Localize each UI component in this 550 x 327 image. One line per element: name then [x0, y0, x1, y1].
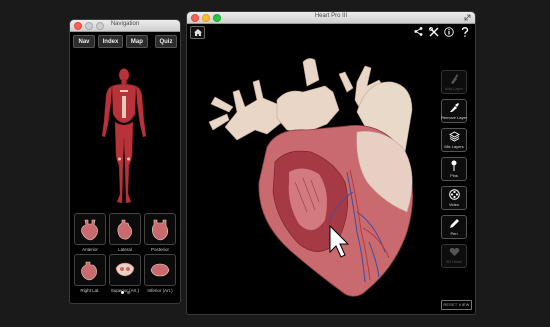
thumb-inferior[interactable]: Inferior (Art.) — [144, 254, 176, 293]
page-dot[interactable] — [126, 291, 130, 294]
tool-column: Add Layer Remove Layer Mix Layers Pins V… — [441, 70, 469, 273]
nav-tabbar: Nav Index Map Quiz — [70, 32, 180, 49]
main-toolbar — [187, 24, 475, 39]
main-titlebar[interactable]: Heart Pro III — [187, 12, 475, 24]
share-icon — [414, 27, 423, 36]
pen-button[interactable]: Pen — [441, 215, 467, 239]
thumb-right-lat[interactable]: Right Lat. — [74, 254, 106, 293]
thumb-posterior[interactable]: Posterior — [144, 213, 176, 252]
3d-heart-button[interactable]: 3D Heart — [441, 244, 467, 268]
tool-label: Remove Layer — [441, 115, 468, 120]
pen-icon — [449, 219, 459, 228]
add-layer-icon — [451, 74, 458, 84]
video-icon — [448, 189, 460, 200]
tab-quiz[interactable]: Quiz — [154, 35, 177, 48]
remove-layer-button[interactable]: Remove Layer — [441, 99, 467, 123]
info-button[interactable] — [443, 26, 454, 37]
tab-index[interactable]: Index — [98, 35, 123, 48]
help-icon — [461, 26, 468, 37]
navigation-window: Navigation Nav Index Map Quiz Anterior L — [70, 20, 180, 303]
page-indicator[interactable] — [70, 291, 180, 294]
thumb-label: Anterior — [82, 247, 98, 252]
pin-icon — [451, 160, 457, 171]
heart-superior-icon — [115, 262, 135, 277]
home-icon — [193, 29, 202, 36]
info-icon — [443, 26, 454, 37]
heart-right-lat-icon — [81, 261, 97, 281]
tool-label: Add Layer — [444, 86, 464, 91]
heart-inferior-icon — [150, 263, 170, 277]
main-window-title: Heart Pro III — [314, 13, 348, 19]
page-dot[interactable] — [120, 291, 124, 294]
tab-map[interactable]: Map — [125, 35, 148, 48]
home-button[interactable] — [190, 26, 205, 39]
reset-view-button[interactable]: RESET VIEW — [441, 300, 472, 310]
thumb-lateral[interactable]: Lateral — [109, 213, 141, 252]
tab-nav[interactable]: Nav — [73, 35, 96, 48]
tools-icon — [428, 26, 438, 36]
main-window: Heart Pro III Add Layer Remove Layer Mix… — [187, 12, 475, 314]
thumb-anterior[interactable]: Anterior — [74, 213, 106, 252]
thumb-label: Posterior — [150, 247, 169, 252]
tool-label: 3D Heart — [445, 259, 462, 264]
fullscreen-icon[interactable] — [464, 14, 471, 21]
pins-button[interactable]: Pins — [441, 157, 467, 181]
tool-label: Video — [448, 202, 460, 207]
heart-posterior-icon — [151, 219, 169, 241]
remove-layer-icon — [450, 103, 459, 112]
help-button[interactable] — [459, 26, 470, 37]
share-button[interactable] — [413, 26, 424, 37]
add-layer-button[interactable]: Add Layer — [441, 70, 467, 94]
tool-label: Mix Layers — [444, 144, 464, 149]
tool-label: Pins — [450, 173, 458, 178]
thumb-superior[interactable]: Superior (Art.) — [109, 254, 141, 293]
heart-anterior-icon — [81, 219, 98, 241]
nav-titlebar[interactable]: Navigation — [70, 20, 180, 32]
tool-label: Pen — [450, 231, 458, 236]
heart-lateral-icon — [117, 219, 132, 240]
nav-window-title: Navigation — [110, 21, 140, 27]
tools-button[interactable] — [428, 26, 439, 37]
mix-layers-button[interactable]: Mix Layers — [441, 128, 467, 152]
heart-icon — [449, 247, 459, 256]
thumb-label: Lateral — [118, 247, 132, 252]
view-thumbnail-grid: Anterior Lateral Posterior Right Lat. Su… — [74, 213, 176, 293]
heart-3d-viewport[interactable] — [207, 52, 437, 302]
video-button[interactable]: Video — [441, 186, 467, 210]
body-muscle-figure[interactable] — [98, 66, 150, 208]
layers-icon — [448, 131, 460, 142]
